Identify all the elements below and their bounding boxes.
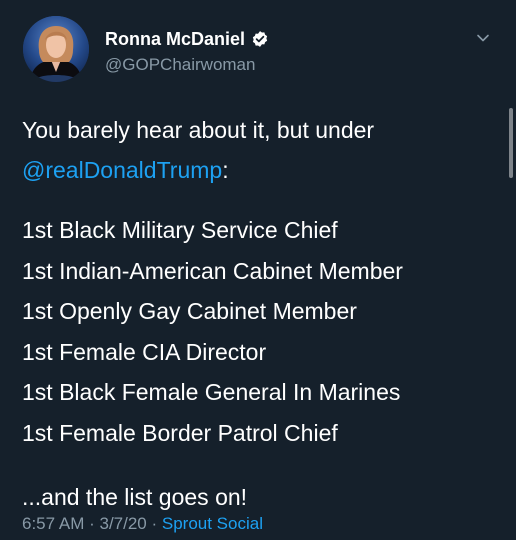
list-item: 1st Openly Gay Cabinet Member	[22, 298, 357, 324]
profile-photo	[23, 16, 89, 82]
tweet-header: Ronna McDaniel @GOPChairwoman	[23, 16, 503, 84]
mention-line: @realDonaldTrump:	[22, 150, 492, 190]
list-item: 1st Indian-American Cabinet Member	[22, 257, 403, 284]
display-name[interactable]: Ronna McDaniel	[105, 29, 245, 50]
tweet-text: You barely hear about it, but under @rea…	[22, 110, 492, 517]
list-item: 1st Black Military Service Chief	[22, 217, 338, 243]
avatar[interactable]	[23, 16, 89, 82]
mention-suffix: :	[222, 157, 229, 183]
tweet: Ronna McDaniel @GOPChairwoman You barely…	[0, 0, 516, 540]
chevron-down-icon[interactable]	[475, 30, 491, 46]
tweet-closing: ...and the list goes on!	[22, 484, 248, 510]
tweet-source[interactable]: Sprout Social	[162, 514, 263, 533]
tweet-time[interactable]: 6:57 AM	[22, 514, 84, 533]
meta-separator: ·	[84, 514, 100, 533]
verified-badge-icon	[251, 30, 269, 48]
user-handle[interactable]: @GOPChairwoman	[105, 55, 255, 75]
meta-separator: ·	[146, 514, 162, 533]
mention-link[interactable]: @realDonaldTrump	[22, 157, 222, 183]
list-item: 1st Female Border Patrol Chief	[22, 419, 338, 446]
scrollbar[interactable]	[509, 108, 513, 178]
list-item: 1st Female CIA Director	[22, 338, 267, 365]
tweet-meta: 6:57 AM · 3/7/20 · Sprout Social	[22, 514, 263, 534]
achievement-list: 1st Black Military Service Chief 1st Ind…	[22, 210, 492, 453]
list-item: 1st Black Female General In Marines	[22, 379, 401, 405]
tweet-intro: You barely hear about it, but under	[22, 117, 375, 143]
tweet-date[interactable]: 3/7/20	[99, 514, 146, 533]
name-row: Ronna McDaniel	[105, 28, 269, 50]
